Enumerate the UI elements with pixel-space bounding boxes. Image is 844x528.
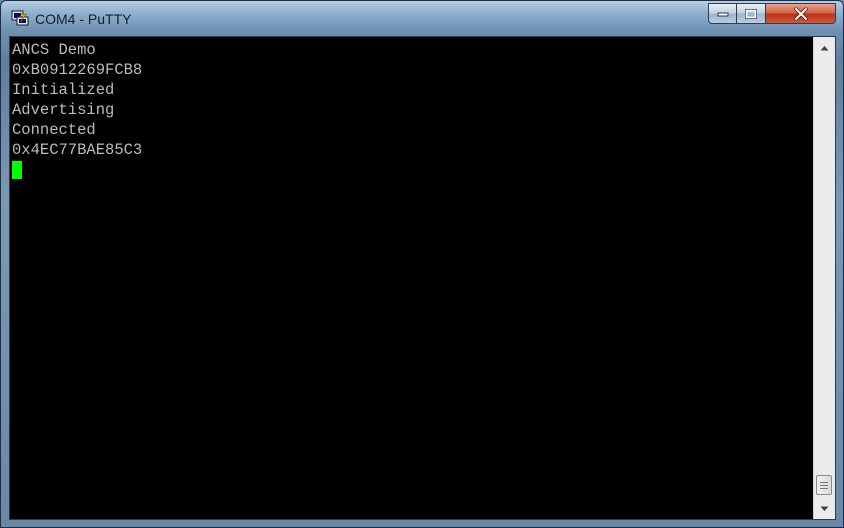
putty-icon[interactable] [11,10,29,26]
terminal-line: 0x4EC77BAE85C3 [12,141,143,159]
terminal-line: Initialized [12,81,115,99]
terminal-line: 0xB0912269FCB8 [12,61,143,79]
arrow-down-icon [820,506,829,511]
maximize-icon [745,8,757,19]
minimize-icon [717,12,728,16]
minimize-button[interactable] [708,3,737,24]
terminal-line: ANCS Demo [12,41,96,59]
text-cursor [12,161,22,179]
scroll-up-button[interactable] [816,39,833,56]
scroll-thumb[interactable] [816,475,832,495]
maximize-button[interactable] [736,3,766,24]
arrow-up-icon [820,45,829,50]
terminal-line: Advertising [12,101,115,119]
close-button[interactable] [765,3,836,24]
terminal-screen[interactable]: ANCS Demo 0xB0912269FCB8 Initialized Adv… [10,37,813,519]
client-area: ANCS Demo 0xB0912269FCB8 Initialized Adv… [9,36,836,520]
grip-line [820,485,828,486]
scroll-down-button[interactable] [816,500,833,517]
terminal-output: ANCS Demo 0xB0912269FCB8 Initialized Adv… [12,40,142,179]
terminal-line: Connected [12,121,96,139]
putty-window: COM4 - PuTTY ANCS Demo 0xB0912269FCB8 In… [0,0,844,528]
grip-line [820,488,828,489]
grip-line [820,482,828,483]
window-title: COM4 - PuTTY [35,11,132,27]
title-bar[interactable]: COM4 - PuTTY [1,1,843,36]
close-icon [793,7,808,20]
vertical-scrollbar[interactable] [813,37,835,519]
